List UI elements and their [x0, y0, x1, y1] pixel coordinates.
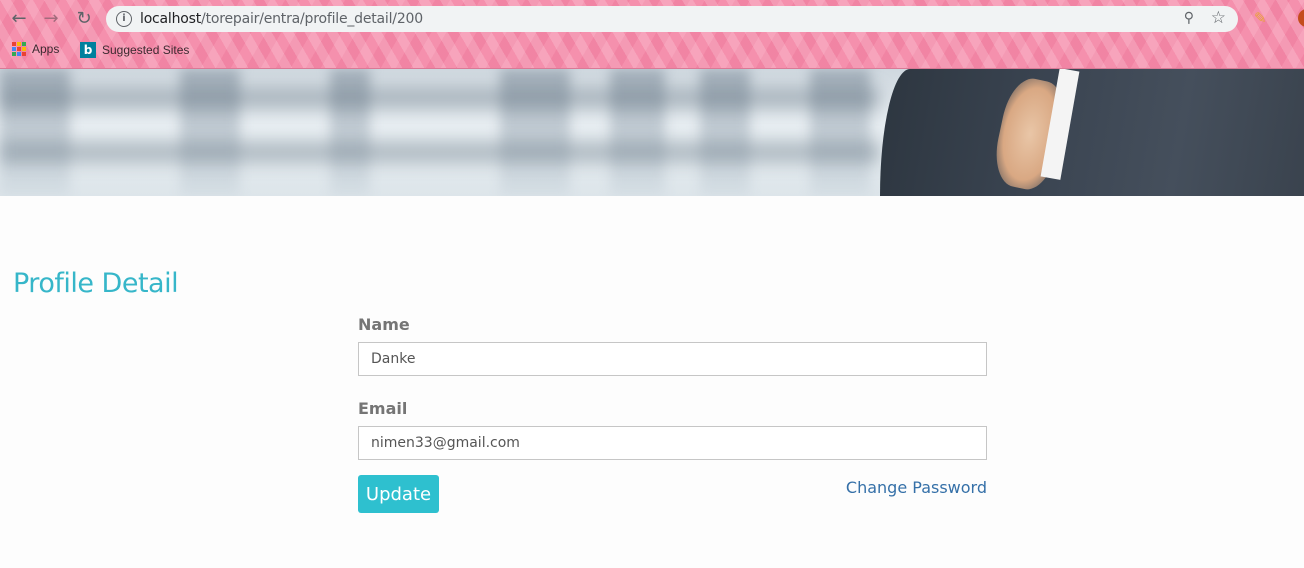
reload-icon[interactable]: ↻	[73, 8, 95, 30]
bookmark-star-icon[interactable]: ☆	[1211, 8, 1226, 28]
bookmark-apps[interactable]: Apps	[12, 42, 59, 56]
pencil-extension-icon[interactable]: ✎	[1254, 9, 1267, 27]
bing-icon: b	[80, 42, 96, 58]
email-input[interactable]	[358, 426, 987, 460]
change-password-link[interactable]: Change Password	[846, 478, 987, 497]
key-icon[interactable]: ⚲	[1184, 10, 1194, 26]
url-text[interactable]: localhost/torepair/entra/profile_detail/…	[140, 11, 423, 27]
page-title: Profile Detail	[13, 268, 179, 299]
bookmark-label: Apps	[32, 42, 60, 56]
update-button[interactable]: Update	[358, 475, 439, 513]
form-spacer	[358, 376, 987, 398]
name-label: Name	[358, 315, 410, 334]
hero-banner	[0, 69, 1304, 196]
address-bar[interactable]: i localhost/torepair/entra/profile_detai…	[106, 6, 1238, 32]
bookmark-suggested-sites[interactable]: b Suggested Sites	[80, 42, 189, 58]
info-icon[interactable]: i	[116, 11, 132, 27]
email-label: Email	[358, 399, 408, 418]
browser-chrome: ← → ↻ i localhost/torepair/entra/profile…	[0, 0, 1304, 69]
bookmarks-bar: Apps b Suggested Sites	[0, 38, 1304, 62]
forward-arrow-icon[interactable]: →	[40, 8, 62, 30]
profile-form: Name Email Update Change Password	[358, 314, 987, 513]
banner-bg-shape	[0, 87, 880, 109]
banner-bg-shape	[0, 141, 880, 163]
url-host: localhost	[140, 11, 202, 27]
banner-person-image	[880, 69, 1304, 196]
bookmark-label: Suggested Sites	[102, 43, 190, 57]
form-actions: Update Change Password	[358, 475, 987, 513]
name-input[interactable]	[358, 342, 987, 376]
back-arrow-icon[interactable]: ←	[8, 8, 30, 30]
apps-grid-icon	[12, 42, 26, 56]
url-path: /torepair/entra/profile_detail/200	[201, 11, 423, 27]
profile-avatar[interactable]	[1298, 9, 1304, 27]
